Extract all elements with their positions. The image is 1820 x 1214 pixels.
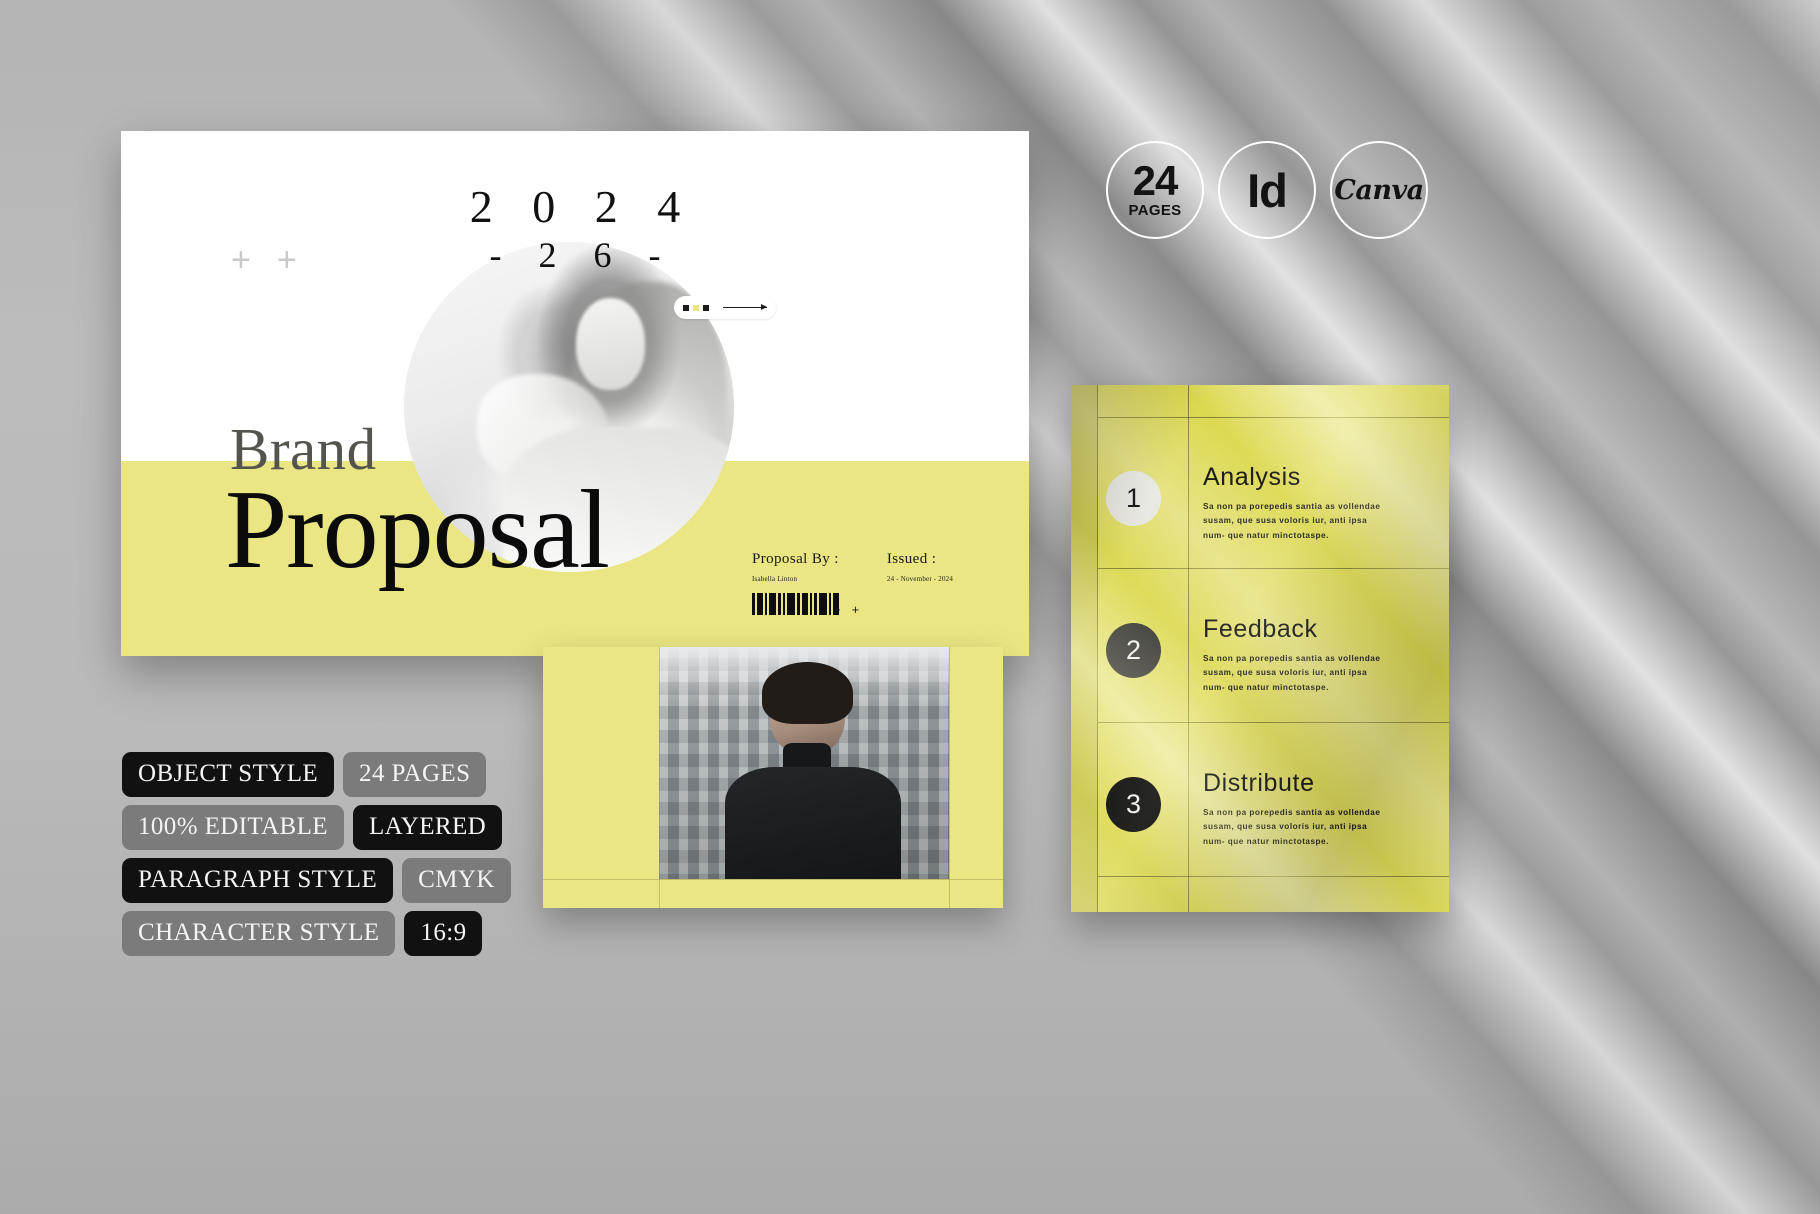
photo-slide-rule-bottom: [543, 879, 1003, 880]
pages-badge-number: 24: [1132, 157, 1179, 205]
step-title-distribute: Distribute: [1203, 769, 1315, 797]
issued-value: 24 - November - 2024: [886, 575, 954, 583]
chip-cmyk: CMYK: [402, 858, 511, 903]
chip-24-pages: 24 PAGES: [343, 752, 487, 797]
step-text-analysis: Sa non pa porepedis santia as vollendae …: [1203, 502, 1381, 540]
slider-pill[interactable]: [674, 296, 776, 319]
proposal-by-group: Proposal By : Isabella Linton: [752, 551, 839, 583]
step-number-circle-2: 2: [1106, 623, 1161, 678]
cover-meta: Proposal By : Isabella Linton Issued : 2…: [752, 551, 953, 583]
plus-icon: +: [851, 602, 860, 617]
feature-chip-row: PARAGRAPH STYLE CMYK: [122, 858, 511, 903]
plus-icon: +: [231, 241, 251, 279]
steps-panel[interactable]: 1 Analysis Sa non pa porepedis santia as…: [1071, 385, 1449, 912]
chip-100-editable: 100% EDITABLE: [122, 805, 344, 850]
plus-icon: +: [833, 602, 841, 617]
step-block-feedback: Feedback Sa non pa porepedis santia as v…: [1203, 617, 1387, 695]
arrow-right-icon[interactable]: [723, 304, 767, 310]
photo-slide-rule-left: [659, 647, 660, 908]
chip-16-9: 16:9: [404, 911, 483, 956]
chip-paragraph-style: PARAGRAPH STYLE: [122, 858, 394, 903]
cover-title-proposal: Proposal: [225, 468, 610, 592]
panel-row-rule: [1098, 568, 1449, 569]
indesign-badge: Id: [1218, 141, 1316, 239]
indesign-badge-label: Id: [1247, 163, 1288, 217]
step-number-2: 2: [1125, 635, 1142, 665]
model-figure: [724, 662, 901, 879]
feature-chip-grid: OBJECT STYLE 24 PAGES 100% EDITABLE LAYE…: [122, 752, 511, 956]
issued-group: Issued : 24 - November - 2024: [887, 551, 953, 583]
panel-top-rule: [1098, 417, 1449, 418]
photo-slide-rule-right: [949, 647, 950, 908]
chip-object-style: OBJECT STYLE: [122, 752, 335, 797]
step-number-circle-1: 1: [1106, 471, 1161, 526]
step-block-analysis: Analysis Sa non pa porepedis santia as v…: [1203, 465, 1387, 543]
mockup-stage: + + 2 0 2 4 - 2 6 - Brand Proposal Propo…: [0, 0, 1820, 1214]
pages-badge-label: PAGES: [1128, 201, 1182, 219]
feature-chip-row: 100% EDITABLE LAYERED: [122, 805, 511, 850]
cover-year-main: 2 0 2 4: [469, 181, 695, 232]
model-coat: [724, 767, 901, 879]
portrait-face: [575, 298, 645, 391]
chip-layered: LAYERED: [352, 805, 503, 850]
panel-row-rule: [1098, 876, 1449, 877]
barcode-icon: [752, 593, 839, 615]
chip-character-style: CHARACTER STYLE: [122, 911, 396, 956]
proposal-by-label: Proposal By :: [752, 551, 839, 567]
pill-square-icon: [703, 304, 709, 311]
pill-square-icon: [683, 304, 689, 311]
canva-badge: Canva: [1330, 141, 1428, 239]
proposal-by-value: Isabella Linton: [752, 575, 798, 583]
feature-chip-row: OBJECT STYLE 24 PAGES: [122, 752, 511, 797]
canva-badge-label: Canva: [1334, 174, 1424, 206]
cover-slide[interactable]: + + 2 0 2 4 - 2 6 - Brand Proposal Propo…: [121, 131, 1029, 656]
step-text-distribute: Sa non pa porepedis santia as vollendae …: [1203, 808, 1381, 846]
step-number-1: 1: [1125, 483, 1142, 513]
pill-square-accent-icon: [693, 304, 699, 311]
plus-icon: +: [276, 241, 297, 279]
badge-group: 24 PAGES Id Canva: [1106, 141, 1428, 239]
issued-label: Issued :: [886, 551, 937, 567]
panel-column-rule: [1188, 385, 1189, 912]
panel-left-column: [1071, 385, 1098, 912]
photo-slide-image: [659, 647, 949, 879]
step-number-circle-3: 3: [1106, 777, 1161, 832]
plus-decoration-group-small: + +: [833, 602, 859, 617]
step-title-feedback: Feedback: [1203, 615, 1318, 643]
model-hair: [762, 662, 853, 725]
plus-decoration-group: + +: [231, 243, 297, 277]
step-block-distribute: Distribute Sa non pa porepedis santia as…: [1203, 771, 1387, 849]
panel-row-rule: [1098, 722, 1449, 723]
step-number-3: 3: [1125, 789, 1142, 819]
pages-badge: 24 PAGES: [1106, 141, 1204, 239]
feature-chip-row: CHARACTER STYLE 16:9: [122, 911, 511, 956]
step-title-analysis: Analysis: [1203, 463, 1301, 491]
step-text-feedback: Sa non pa porepedis santia as vollendae …: [1203, 654, 1381, 692]
photo-slide[interactable]: [543, 647, 1003, 908]
